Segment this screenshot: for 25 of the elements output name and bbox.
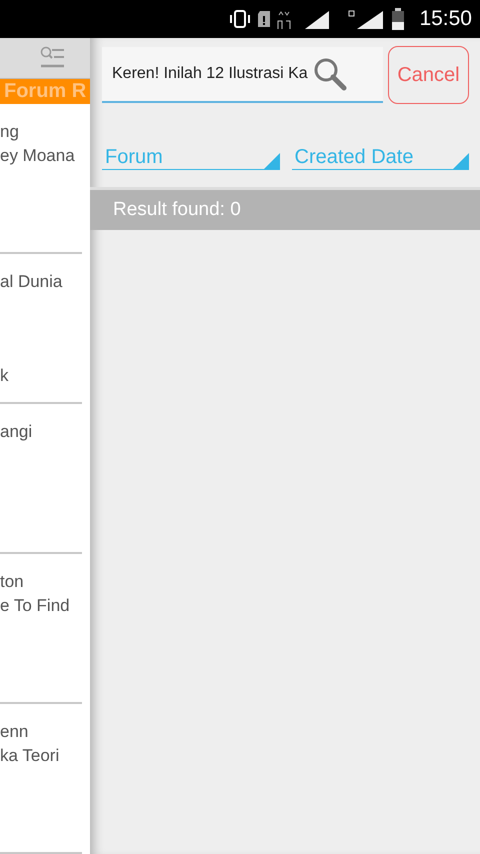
signal-icon bbox=[347, 9, 386, 29]
item-title: ey Moana bbox=[0, 145, 76, 167]
list-item[interactable]: enn ka Teori bbox=[0, 704, 82, 854]
list-item[interactable]: ton e To Find bbox=[0, 554, 82, 704]
item-title: enn bbox=[0, 721, 30, 743]
clock: 15:50 bbox=[419, 7, 472, 31]
dropdown-corner-icon bbox=[453, 153, 469, 169]
battery-icon bbox=[391, 8, 406, 30]
dropdown-corner-icon bbox=[264, 153, 280, 169]
list-item[interactable]: al Dunia k bbox=[0, 254, 82, 404]
section-title: Forum R bbox=[4, 80, 86, 103]
item-title: ton bbox=[0, 571, 25, 593]
item-title: e To Find bbox=[0, 595, 71, 617]
item-title: ng bbox=[0, 121, 20, 143]
item-title: al Dunia bbox=[0, 271, 64, 293]
result-count: Result found: 0 bbox=[113, 199, 241, 221]
list-item[interactable]: ng ey Moana bbox=[0, 104, 82, 254]
list-item[interactable]: angi bbox=[0, 404, 82, 554]
item-meta: k bbox=[0, 366, 8, 386]
item-title: ka Teori bbox=[0, 745, 60, 767]
sd-card-icon bbox=[257, 10, 272, 28]
search-icon[interactable] bbox=[312, 56, 348, 92]
item-title: angi bbox=[0, 421, 34, 443]
search-field[interactable]: Keren! Inilah 12 Ilustrasi Ka bbox=[102, 47, 383, 103]
vibrate-icon bbox=[229, 9, 252, 29]
